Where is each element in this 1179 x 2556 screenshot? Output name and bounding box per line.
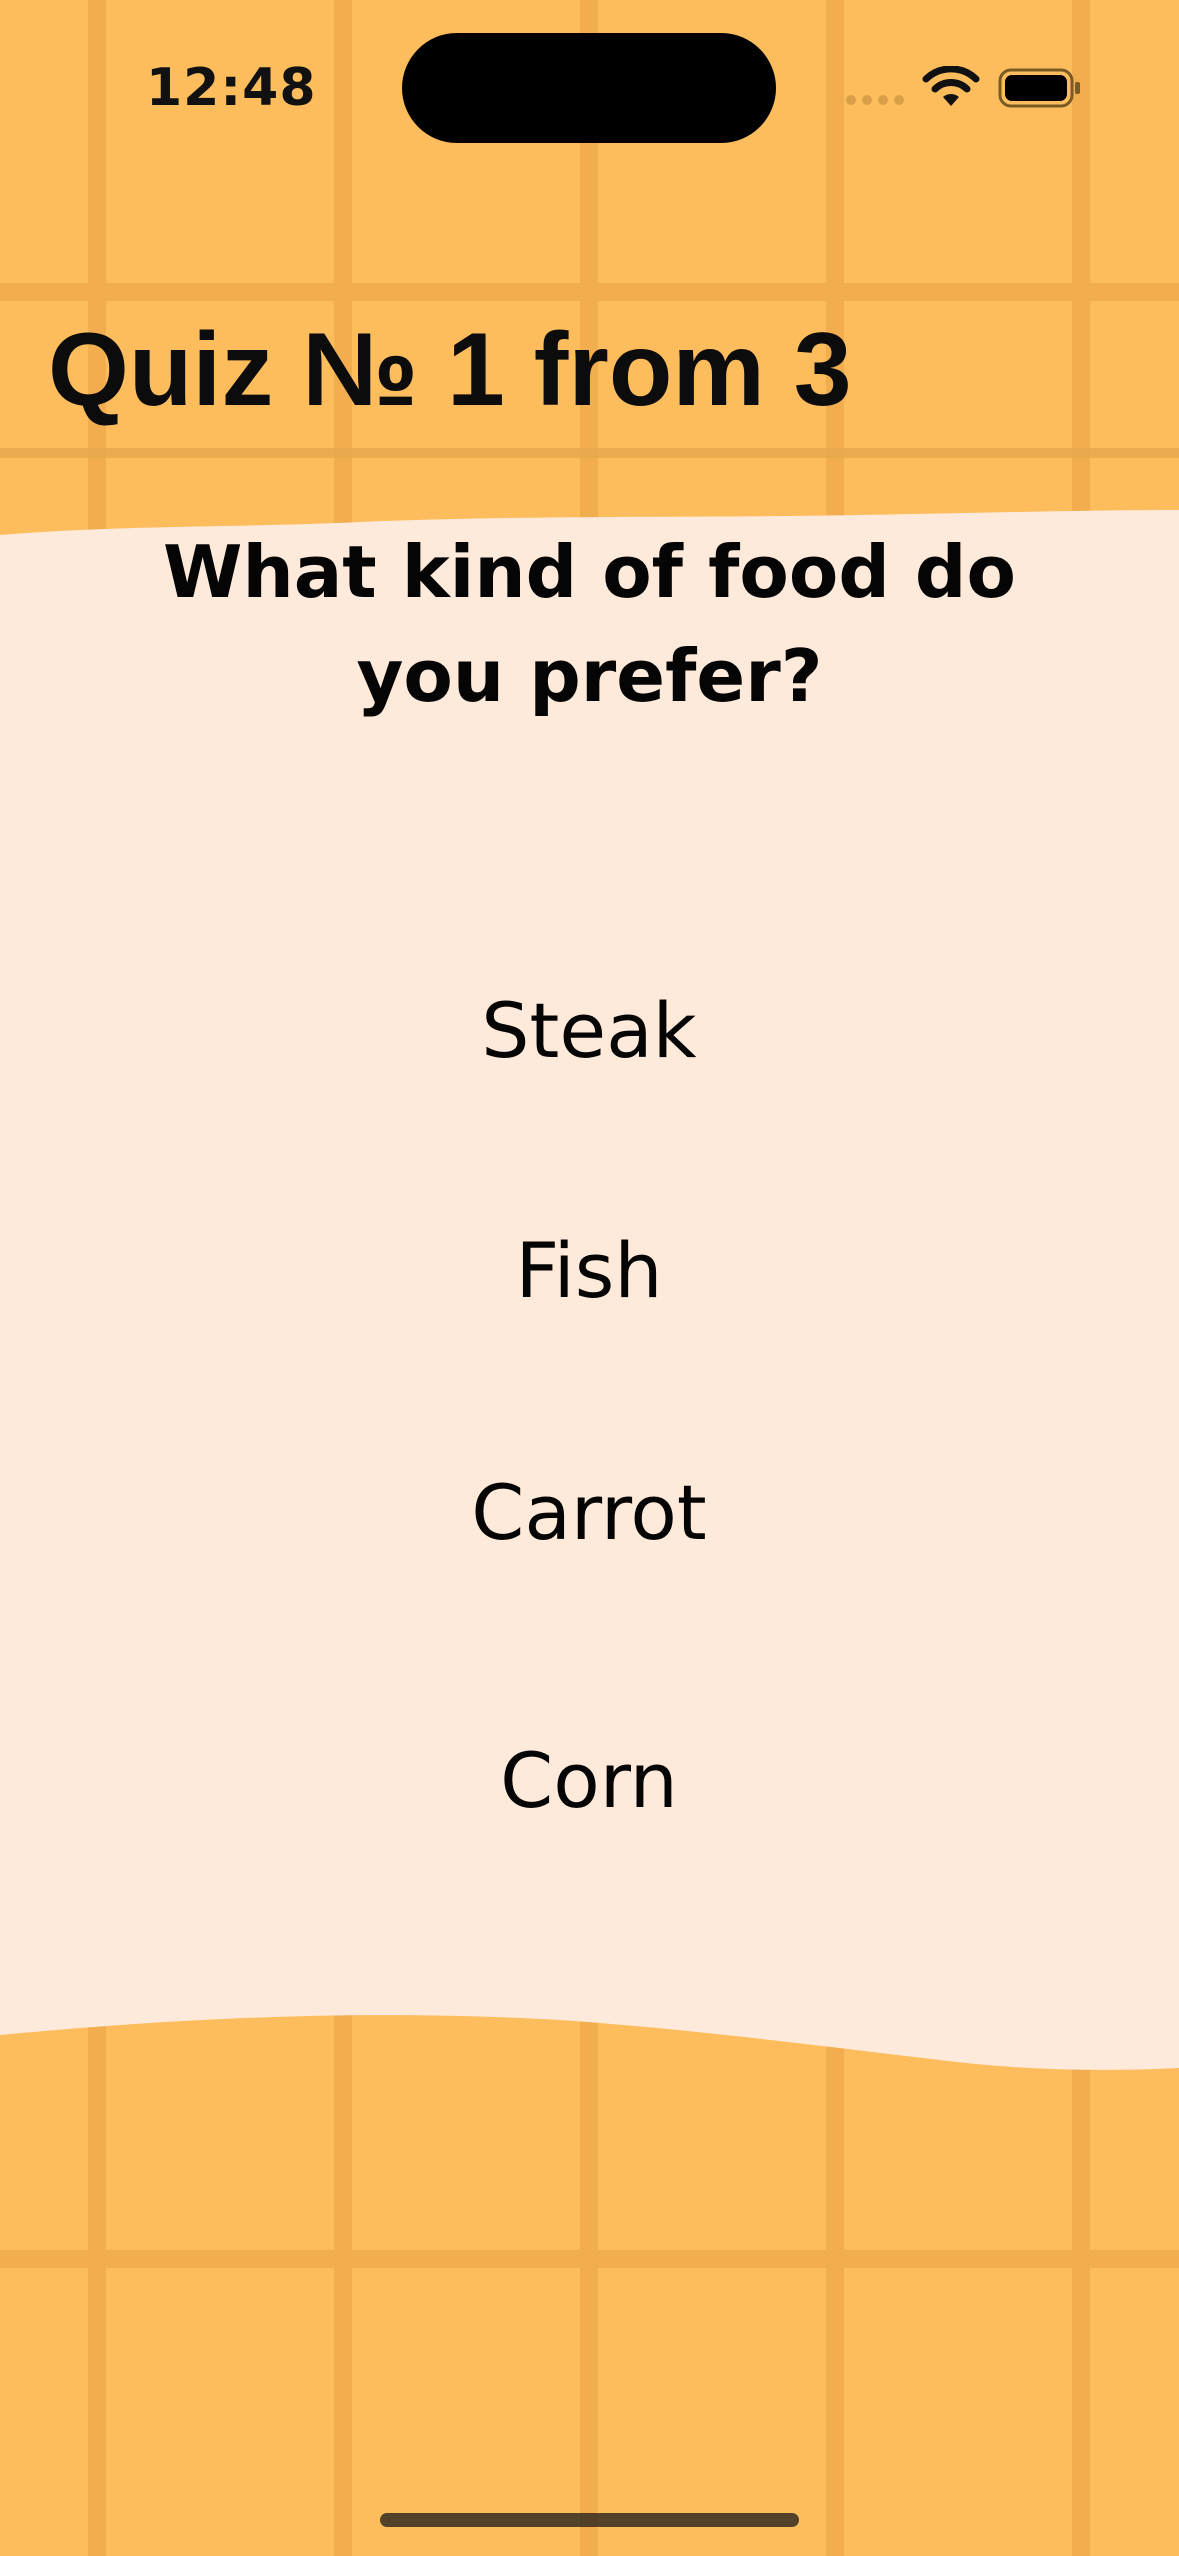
quiz-title: Quiz № 1 from 3 xyxy=(48,312,852,428)
status-bar: 12:48 xyxy=(0,0,1179,180)
dynamic-island xyxy=(402,33,776,143)
header-divider xyxy=(0,448,1179,458)
wifi-icon xyxy=(922,66,980,106)
quiz-question: What kind of food do you prefer? xyxy=(163,530,1016,718)
battery-icon xyxy=(998,68,1080,108)
answer-option-steak[interactable]: Steak xyxy=(339,966,839,1096)
quiz-content: What kind of food do you prefer? Steak F… xyxy=(0,520,1179,1825)
answer-option-carrot[interactable]: Carrot xyxy=(339,1448,839,1578)
quiz-header: Quiz № 1 from 3 xyxy=(0,300,1179,460)
signal-dots-icon xyxy=(846,95,904,105)
answer-option-fish[interactable]: Fish xyxy=(339,1206,839,1336)
answer-option-corn[interactable]: Corn xyxy=(339,1716,839,1846)
home-indicator[interactable] xyxy=(380,2513,799,2527)
status-time: 12:48 xyxy=(146,58,317,118)
